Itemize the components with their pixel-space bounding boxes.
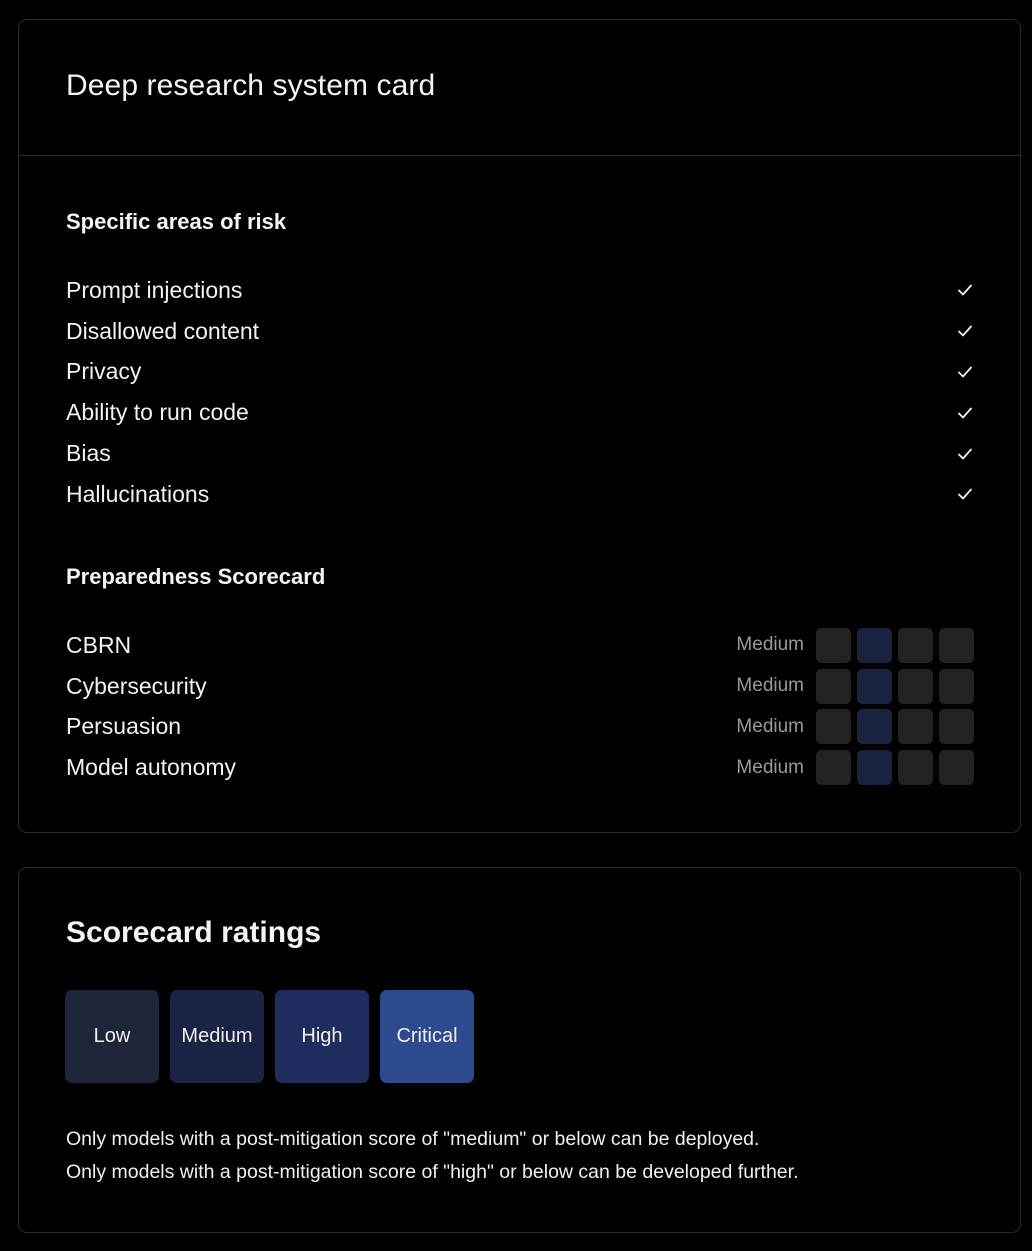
risk-label: Disallowed content <box>66 317 260 344</box>
system-card-panel: Deep research system card Specific areas… <box>18 19 1021 833</box>
scorecard-rating: Medium <box>736 750 974 786</box>
level-indicator <box>816 627 974 663</box>
scorecard-category-label: Model autonomy <box>66 754 237 781</box>
scorecard-level-label: Medium <box>736 675 804 697</box>
level-square-active <box>857 709 892 745</box>
check-icon <box>958 448 972 459</box>
scorecard-ratings-panel: Scorecard ratings Low Medium High Critic… <box>18 867 1021 1233</box>
level-square-active <box>857 627 892 663</box>
scorecard-rating: Medium <box>736 668 974 704</box>
level-square <box>816 750 851 786</box>
scorecard-level-label: Medium <box>736 756 804 778</box>
scorecard-category-label: CBRN <box>66 631 132 658</box>
level-square <box>939 709 974 745</box>
level-square <box>898 709 933 745</box>
level-indicator <box>816 668 974 704</box>
check-icon <box>958 284 972 296</box>
level-square-active <box>857 750 892 786</box>
level-square <box>939 750 974 786</box>
scorecard-level-label: Medium <box>736 634 804 656</box>
level-square <box>816 668 851 704</box>
level-square-active <box>857 668 892 704</box>
risk-item: Prompt injections <box>66 270 976 311</box>
risk-label: Hallucinations <box>66 480 210 507</box>
level-indicator <box>816 709 974 745</box>
risk-label: Ability to run code <box>66 399 249 426</box>
check-icon <box>958 366 972 378</box>
level-square <box>816 627 851 663</box>
level-square <box>898 668 933 704</box>
scorecard-rating: Medium <box>736 709 974 745</box>
level-square <box>939 668 974 704</box>
risk-list: Prompt injections Disallowed content Pri… <box>66 270 976 515</box>
scorecard-category-label: Cybersecurity <box>66 672 207 699</box>
check-icon <box>958 407 972 419</box>
check-icon <box>958 325 972 337</box>
card-title: Deep research system card <box>66 69 436 102</box>
risk-item: Privacy <box>66 352 976 393</box>
card-header: Deep research system card <box>19 20 1020 156</box>
risk-item: Ability to run code <box>66 392 976 433</box>
level-square <box>939 627 974 663</box>
scorecard-row: Persuasion Medium <box>66 707 974 748</box>
rating-levels: Low Medium High Critical <box>65 990 474 1083</box>
scorecard-category-label: Persuasion <box>66 713 182 740</box>
rating-level-medium[interactable]: Medium <box>170 990 264 1083</box>
ratings-title: Scorecard ratings <box>66 916 322 949</box>
deployment-note: Only models with a post-mitigation score… <box>66 1128 760 1150</box>
development-note: Only models with a post-mitigation score… <box>66 1161 799 1183</box>
risk-section-heading: Specific areas of risk <box>66 209 287 234</box>
rating-level-critical[interactable]: Critical <box>380 990 474 1083</box>
risk-label: Prompt injections <box>66 276 243 303</box>
check-icon <box>958 488 972 500</box>
level-indicator <box>816 750 974 786</box>
scorecard-rating: Medium <box>736 627 974 663</box>
risk-item: Bias <box>66 433 976 474</box>
rating-notes: Only models with a post-mitigation score… <box>66 1123 799 1189</box>
scorecard-row: Model autonomy Medium <box>66 747 974 788</box>
level-square <box>816 709 851 745</box>
preparedness-scorecard-list: CBRN Medium Cybersecurity Medium Persuas… <box>66 625 974 788</box>
risk-label: Bias <box>66 440 111 467</box>
rating-level-low[interactable]: Low <box>65 990 159 1083</box>
scorecard-row: Cybersecurity Medium <box>66 666 974 707</box>
risk-item: Disallowed content <box>66 311 976 352</box>
preparedness-section-heading: Preparedness Scorecard <box>66 564 326 589</box>
level-square <box>898 750 933 786</box>
scorecard-level-label: Medium <box>736 715 804 737</box>
risk-label: Privacy <box>66 358 142 385</box>
risk-item: Hallucinations <box>66 474 976 515</box>
level-square <box>898 627 933 663</box>
scorecard-row: CBRN Medium <box>66 625 974 666</box>
rating-level-high[interactable]: High <box>275 990 369 1083</box>
